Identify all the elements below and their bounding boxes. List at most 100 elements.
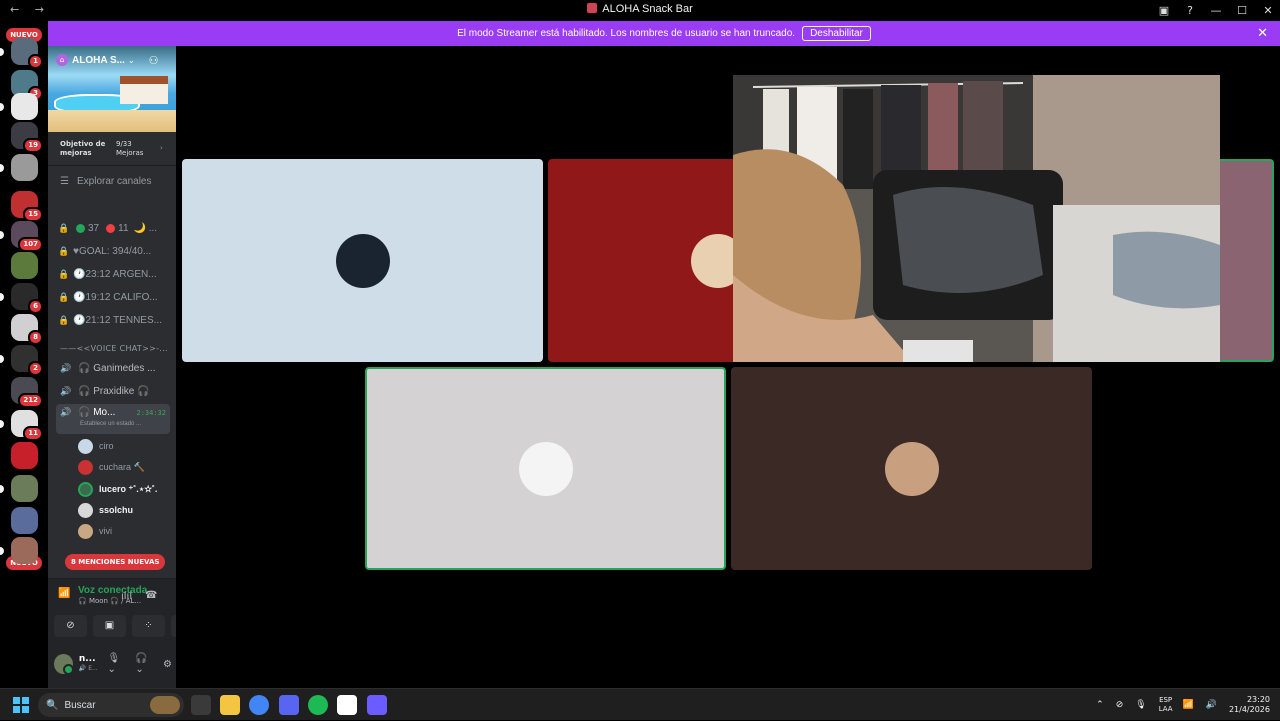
active-voice-channel[interactable]: 🔊 🎧 Mo... 2:34:32 Establece un estado ..… <box>56 404 170 434</box>
spotify-icon[interactable] <box>308 695 328 715</box>
voice-connected[interactable]: 📶 Voz conectada 🎧 Moon 🎧 / AL... <box>58 585 147 607</box>
language-indicator[interactable]: ESP LAA <box>1159 696 1173 714</box>
mention-count: 6 <box>28 299 43 314</box>
invite-icon[interactable]: ⚇ <box>149 54 159 67</box>
activities-icon[interactable]: ⁘ <box>132 615 165 637</box>
server-icon[interactable]: 15 <box>11 191 43 222</box>
server-icon[interactable] <box>11 154 38 181</box>
time: 23:20 <box>1246 695 1270 704</box>
folder-icon[interactable] <box>220 695 240 715</box>
dnd-dot <box>106 223 116 233</box>
wifi-icon[interactable]: 📶 <box>1183 700 1194 710</box>
server-icon[interactable] <box>11 93 38 120</box>
windows-start-icon[interactable] <box>13 697 29 713</box>
server-icon[interactable]: 1 <box>11 38 43 69</box>
unread-pill <box>0 293 4 301</box>
mention-count: 11 <box>23 426 43 441</box>
app-icon[interactable] <box>337 695 357 715</box>
boost-sub: Mejoras <box>116 148 144 157</box>
channel-item[interactable]: 🔒 ♥GOAL: 394/40... <box>58 241 170 261</box>
minimize-button[interactable]: — <box>1204 4 1228 17</box>
voice-channel-label: 🎧 Mo... <box>78 407 116 418</box>
unread-pill <box>0 547 4 555</box>
voice-channel-item[interactable]: 🔊 🎧 Praxidike 🎧 <box>56 381 170 401</box>
guild-header[interactable]: ⌂ ALOHA S... ⌄ ⚇ <box>48 46 176 74</box>
explore-channels[interactable]: ☰ Explorar canales <box>48 166 176 187</box>
avatar[interactable] <box>54 654 74 675</box>
channel-label: ♥GOAL: 394/40... <box>73 245 152 257</box>
voice-member[interactable]: ciro <box>78 437 114 455</box>
online-dot <box>76 223 85 233</box>
taskbar-search[interactable]: 🔍 Buscar <box>38 693 184 717</box>
unread-pill <box>0 103 4 111</box>
mention-count: 107 <box>18 237 43 252</box>
channel-label: 🕐19:12 CALIFO... <box>73 291 158 303</box>
server-icon[interactable] <box>11 475 38 502</box>
volume-icon[interactable]: 🔊 <box>1206 700 1217 710</box>
mention-count: 1 <box>28 54 43 69</box>
guild-banner[interactable]: ⌂ ALOHA S... ⌄ ⚇ <box>48 46 176 132</box>
mic-icon[interactable]: 🎙⌄ <box>108 653 128 675</box>
server-icon[interactable] <box>11 442 38 469</box>
server-icon[interactable] <box>11 252 38 279</box>
server-icon[interactable]: 11 <box>11 410 43 441</box>
channel-label: 🕐23:12 ARGEN... <box>73 268 157 280</box>
help-icon[interactable]: ? <box>1178 4 1202 17</box>
video-tile[interactable] <box>182 159 543 362</box>
app-icon[interactable] <box>367 695 387 715</box>
server-icon[interactable]: 8 <box>11 314 43 345</box>
moon-icon: 🌙 ... <box>133 222 158 234</box>
speaker-icon: 🔊 <box>60 385 72 396</box>
noise-suppression-icon[interactable]: ılıl <box>121 591 132 602</box>
server-icon[interactable]: 2 <box>11 345 43 376</box>
server-icon[interactable]: 6 <box>11 283 43 314</box>
webcam-video[interactable] <box>733 75 1220 362</box>
disconnect-icon[interactable]: ☎ <box>145 590 157 601</box>
new-mentions-badge[interactable]: 8 MENCIONES NUEVAS <box>65 554 166 570</box>
chrome-icon[interactable] <box>249 695 269 715</box>
camera-off-icon[interactable]: ⊘ <box>54 615 87 637</box>
user-area[interactable]: n... 🔊 E... 🎙⌄ 🎧⌄ ⚙ <box>54 653 172 675</box>
voice-member[interactable]: lucero ⁺˚.⋆✫˚. <box>78 480 157 498</box>
discord-icon[interactable] <box>279 695 299 715</box>
voice-member[interactable]: cuchara 🔨 <box>78 458 145 476</box>
channel-item[interactable]: 🔒 37 11 🌙 ... <box>58 218 170 238</box>
mic-icon[interactable]: 🎙 <box>1135 700 1146 710</box>
boost-goal[interactable]: Objetivo de mejoras 9/33 Mejoras › <box>48 132 176 166</box>
close-banner-icon[interactable]: ✕ <box>1257 25 1268 41</box>
channel-label: 🕐21:12 TENNES... <box>73 314 162 326</box>
headphones-icon[interactable]: 🎧⌄ <box>135 653 155 675</box>
channel-item[interactable]: 🔒 🕐19:12 CALIFO... <box>58 287 170 307</box>
video-tile[interactable] <box>731 367 1092 570</box>
window-title-text: ALOHA Snack Bar <box>602 3 693 15</box>
language: ESP <box>1159 696 1173 704</box>
server-icon[interactable] <box>11 537 38 564</box>
lock-icon: 🔒 <box>58 222 70 233</box>
video-tile[interactable] <box>365 367 726 570</box>
speaker-icon: 🔊 <box>60 362 72 373</box>
screen-share-icon[interactable]: ▣ <box>93 615 126 637</box>
server-icon[interactable] <box>11 507 38 534</box>
clock[interactable]: 23:20 21/4/2026 <box>1229 695 1270 715</box>
disable-streamer-button[interactable]: Deshabilitar <box>802 26 871 41</box>
video-tile[interactable] <box>1216 159 1274 362</box>
voice-category[interactable]: ——<<VOICE CHAT>>-... <box>60 344 168 353</box>
network-off-icon[interactable]: ⊘ <box>1116 700 1124 710</box>
server-icon[interactable]: 107 <box>11 221 43 252</box>
close-button[interactable]: ✕ <box>1256 4 1280 17</box>
file-explorer-icon[interactable] <box>191 695 211 715</box>
voice-member[interactable]: vivi <box>78 522 112 540</box>
server-icon[interactable]: 212 <box>11 377 43 408</box>
voice-channel-item[interactable]: 🔊 🎧 Ganimedes ... <box>56 358 170 378</box>
gear-icon[interactable]: ⚙ <box>163 659 172 670</box>
channel-status[interactable]: Establece un estado ... <box>80 421 141 427</box>
channel-item[interactable]: 🔒 🕐21:12 TENNES... <box>58 310 170 330</box>
inbox-icon[interactable]: ▣ <box>1152 4 1176 17</box>
server-icon[interactable]: 19 <box>11 122 43 153</box>
channel-item[interactable]: 🔒 🕐23:12 ARGEN... <box>58 264 170 284</box>
lock-icon: 🔒 <box>58 291 70 302</box>
maximize-button[interactable]: ☐ <box>1230 4 1254 17</box>
voice-member[interactable]: ssolchu <box>78 501 133 519</box>
user-status: 🔊 E... <box>78 665 98 672</box>
chevron-up-icon[interactable]: ⌃ <box>1096 700 1104 710</box>
